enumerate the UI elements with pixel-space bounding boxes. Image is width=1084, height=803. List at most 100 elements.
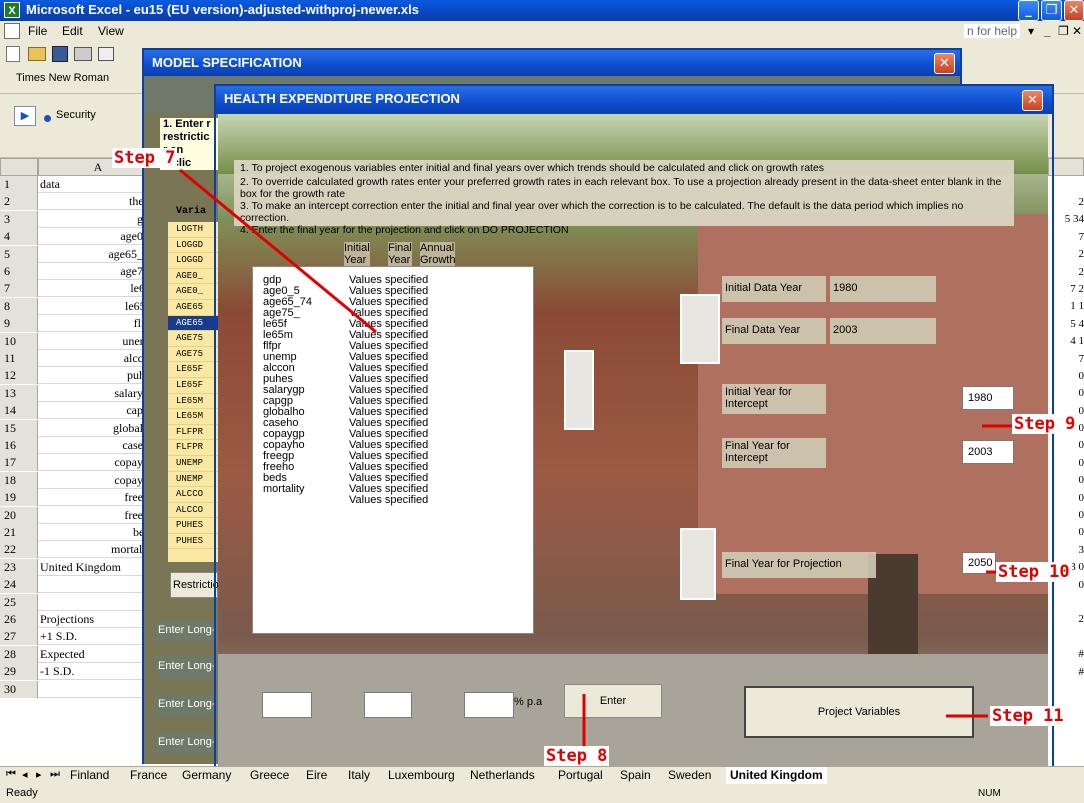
initial-intercept-input[interactable]: 1980 [962, 386, 1014, 410]
row-number[interactable]: 6 [0, 263, 38, 280]
cell-a[interactable]: flfpr [38, 315, 158, 333]
right-cell[interactable] [1050, 629, 1084, 646]
model-spec-code[interactable]: UNEMP [168, 456, 218, 472]
menu-edit[interactable]: Edit [62, 24, 83, 38]
row-number[interactable]: 28 [0, 645, 38, 663]
doc-restore-icon[interactable]: ❐ [1058, 24, 1069, 38]
model-spec-code[interactable]: PUHES [168, 518, 218, 534]
row-number[interactable]: 11 [0, 350, 38, 367]
table-row[interactable]: 23 United Kingdom [0, 558, 160, 576]
table-row[interactable]: 26 Projections [0, 611, 160, 628]
right-cell[interactable]: 0 [1050, 455, 1084, 472]
new-icon[interactable] [6, 46, 20, 62]
row-number[interactable]: 29 [0, 663, 38, 681]
row-number[interactable]: 27 [0, 628, 38, 646]
cell-a[interactable]: puhes [38, 367, 158, 385]
cell-a[interactable]: capgp [38, 402, 158, 420]
cell-a[interactable]: freeho [38, 506, 158, 524]
right-cell[interactable]: 0 [1050, 368, 1084, 385]
restore-icon[interactable]: ❐ [1041, 0, 1062, 21]
row-number[interactable]: 26 [0, 611, 38, 628]
table-row[interactable]: 3gdp [0, 210, 160, 228]
cell-a[interactable]: caseho [38, 437, 158, 454]
sheet-tab[interactable]: Sweden [664, 767, 715, 784]
print-icon[interactable] [74, 47, 92, 61]
row-number[interactable]: 7 [0, 280, 38, 298]
row-number[interactable]: 23 [0, 558, 38, 576]
table-row[interactable]: 9flfpr [0, 315, 160, 333]
sheet-tab[interactable]: Eire [302, 767, 331, 784]
right-cell[interactable]: 0 [1050, 490, 1084, 507]
sheet-tab[interactable]: France [126, 767, 171, 784]
cell-a[interactable]: le65m [38, 297, 158, 315]
model-spec-code[interactable]: ALCCO [168, 487, 218, 503]
cell-a[interactable]: globalho [38, 419, 158, 437]
right-cell[interactable]: 7 2 [1050, 281, 1084, 298]
final-projection-input[interactable]: 2050 [962, 552, 996, 574]
cell-a[interactable]: data [38, 176, 158, 193]
table-row[interactable]: 16 caseho [0, 437, 160, 454]
row-number[interactable]: 14 [0, 402, 38, 420]
model-spec-code[interactable]: ALCCO [168, 503, 218, 519]
menu-view[interactable]: View [98, 24, 124, 38]
cell-a[interactable]: salarygp [38, 384, 158, 402]
right-cell[interactable]: # [1050, 664, 1084, 681]
cell-a[interactable] [38, 680, 158, 698]
right-cell[interactable]: 7 [1050, 351, 1084, 368]
restriction-button[interactable]: Restrictio [170, 572, 219, 598]
table-row[interactable]: 28 Expected [0, 645, 160, 663]
model-spec-code[interactable]: AGE75 [168, 347, 218, 363]
model-spec-code[interactable]: LE65M [168, 409, 218, 425]
model-spec-code[interactable]: FLFPR [168, 440, 218, 456]
cell-a[interactable]: copaygp [38, 454, 158, 472]
row-number[interactable]: 17 [0, 454, 38, 472]
help-dropdown-icon[interactable]: ▾ [1028, 24, 1034, 38]
tab-first-icon[interactable]: ⏮ [6, 768, 16, 781]
row-number[interactable]: 4 [0, 228, 38, 246]
row-number[interactable]: 20 [0, 506, 38, 524]
row-number[interactable]: 9 [0, 315, 38, 333]
table-row[interactable]: 22 mortality [0, 541, 160, 559]
table-row[interactable]: 24 [0, 576, 160, 594]
table-row[interactable]: 20 freeho [0, 506, 160, 524]
model-spec-code[interactable]: LE65F [168, 362, 218, 378]
table-row[interactable]: 25 [0, 593, 160, 611]
model-spec-code[interactable]: LE65M [168, 394, 218, 410]
cell-a[interactable]: -1 S.D. [38, 663, 158, 681]
cell-a[interactable]: beds [38, 524, 158, 541]
row-number[interactable]: 12 [0, 367, 38, 385]
table-row[interactable]: 2thepc [0, 193, 160, 211]
security-button[interactable]: Security [56, 109, 96, 121]
right-cell[interactable]: 0 [1050, 437, 1084, 454]
sheet-tab[interactable]: Germany [178, 767, 235, 784]
right-cell[interactable]: 2 [1050, 194, 1084, 211]
initial-year-input[interactable] [262, 692, 312, 718]
model-spec-code[interactable]: FLFPR [168, 425, 218, 441]
right-cell[interactable] [1050, 594, 1084, 611]
doc-minimize-icon[interactable]: _ [1044, 24, 1051, 38]
model-spec-code[interactable]: AGE65 [168, 300, 218, 316]
open-icon[interactable] [28, 47, 46, 61]
tab-last-icon[interactable]: ⏭ [50, 768, 60, 781]
table-row[interactable]: 17 copaygp [0, 454, 160, 472]
right-cell[interactable]: 2 [1050, 246, 1084, 263]
row-number[interactable]: 13 [0, 384, 38, 402]
sheet-tab[interactable]: Italy [344, 767, 374, 784]
row-number[interactable]: 8 [0, 297, 38, 315]
save-icon[interactable] [52, 46, 68, 62]
right-cell[interactable]: 2 [1050, 611, 1084, 628]
cell-a[interactable] [38, 576, 158, 594]
table-row[interactable]: 15 globalho [0, 419, 160, 437]
cell-a[interactable]: Expected [38, 645, 158, 663]
row-number[interactable]: 5 [0, 245, 38, 263]
table-row[interactable]: 30 [0, 680, 160, 698]
table-row[interactable]: 27 +1 S.D. [0, 628, 160, 646]
cell-a[interactable]: mortality [38, 541, 158, 559]
preview-icon[interactable] [98, 47, 114, 61]
row-number[interactable]: 10 [0, 332, 38, 350]
cell-a[interactable]: Projections [38, 611, 158, 628]
final-year-input[interactable] [364, 692, 412, 718]
row-number[interactable]: 21 [0, 524, 38, 541]
close-icon[interactable]: ✕ [1064, 0, 1084, 21]
model-spec-code[interactable]: AGE0_ [168, 284, 218, 300]
